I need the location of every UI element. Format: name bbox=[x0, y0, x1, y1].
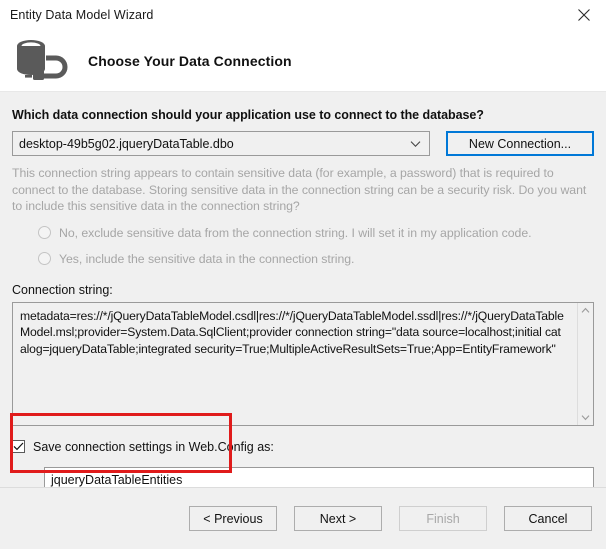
radio-button-icon bbox=[38, 252, 51, 265]
new-connection-button[interactable]: New Connection... bbox=[446, 131, 594, 156]
cancel-button[interactable]: Cancel bbox=[504, 506, 592, 531]
chevron-down-icon bbox=[409, 138, 421, 150]
chevron-up-icon[interactable] bbox=[578, 303, 593, 318]
save-settings-section: Save connection settings in Web.Config a… bbox=[12, 437, 594, 493]
new-connection-wrapper: New Connection... bbox=[446, 131, 594, 156]
database-connection-icon bbox=[8, 33, 80, 89]
entity-name-value: jqueryDataTableEntities bbox=[51, 472, 183, 487]
save-connection-label: Save connection settings in Web.Config a… bbox=[33, 439, 274, 454]
connection-string-label: Connection string: bbox=[12, 282, 113, 297]
chevron-down-icon[interactable] bbox=[578, 410, 593, 425]
radio-button-icon bbox=[38, 226, 51, 239]
radio-exclude-sensitive-data[interactable]: No, exclude sensitive data from the conn… bbox=[38, 222, 594, 244]
radio-exclude-label: No, exclude sensitive data from the conn… bbox=[59, 225, 532, 240]
question-label: Which data connection should your applic… bbox=[12, 108, 484, 122]
save-connection-checkbox[interactable]: Save connection settings in Web.Config a… bbox=[12, 437, 594, 457]
radio-include-sensitive-data[interactable]: Yes, include the sensitive data in the c… bbox=[38, 248, 594, 270]
previous-button[interactable]: < Previous bbox=[189, 506, 277, 531]
page-title: Choose Your Data Connection bbox=[88, 52, 292, 69]
sensitive-data-radio-group: No, exclude sensitive data from the conn… bbox=[12, 222, 594, 270]
wizard-footer: < Previous Next > Finish Cancel bbox=[0, 487, 606, 549]
connection-dropdown-value: desktop-49b5g02.jqueryDataTable.dbo bbox=[19, 136, 234, 151]
connection-row: desktop-49b5g02.jqueryDataTable.dbo New … bbox=[12, 131, 594, 156]
connection-string-textarea[interactable]: metadata=res://*/jQueryDataTableModel.cs… bbox=[12, 301, 594, 426]
connection-dropdown[interactable]: desktop-49b5g02.jqueryDataTable.dbo bbox=[12, 131, 430, 156]
entity-data-model-wizard-window: Entity Data Model Wizard Choose Your Dat… bbox=[0, 0, 606, 549]
main-content: Which data connection should your applic… bbox=[0, 92, 606, 493]
connection-string-value: metadata=res://*/jQueryDataTableModel.cs… bbox=[20, 308, 564, 356]
finish-button: Finish bbox=[399, 506, 487, 531]
checkmark-icon bbox=[12, 440, 25, 453]
title-bar: Entity Data Model Wizard bbox=[0, 0, 606, 30]
wizard-banner: Choose Your Data Connection bbox=[0, 30, 606, 92]
radio-include-label: Yes, include the sensitive data in the c… bbox=[59, 251, 355, 266]
window-title: Entity Data Model Wizard bbox=[10, 8, 154, 22]
next-button[interactable]: Next > bbox=[294, 506, 382, 531]
connection-string-scrollbar[interactable] bbox=[577, 302, 593, 425]
sensitive-data-notice: This connection string appears to contai… bbox=[12, 166, 587, 213]
close-icon[interactable] bbox=[561, 0, 606, 30]
